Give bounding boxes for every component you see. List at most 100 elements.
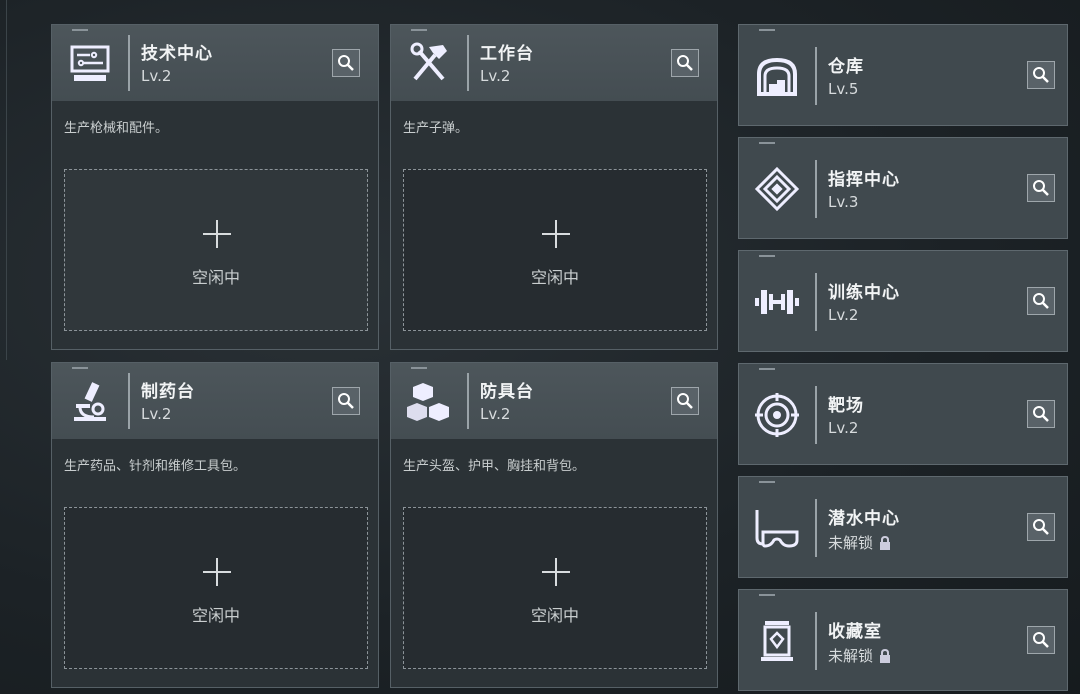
search-icon bbox=[1033, 406, 1049, 422]
building-description: 生产头盔、护甲、胸挂和背包。 bbox=[403, 459, 586, 474]
item-divider bbox=[815, 499, 817, 557]
item-divider bbox=[815, 273, 817, 331]
slot-status: 空闲中 bbox=[191, 268, 240, 287]
plus-icon bbox=[542, 220, 570, 248]
side-card-collection-room[interactable]: 收藏室 未解锁 bbox=[738, 589, 1068, 691]
search-icon bbox=[1033, 519, 1049, 535]
building-level: Lv.2 bbox=[141, 67, 172, 85]
building-card-pharmacy[interactable]: 制药台 Lv.2 生产药品、针剂和维修工具包。 空闲中 bbox=[51, 362, 379, 688]
inspect-button[interactable] bbox=[332, 387, 360, 415]
building-description: 生产枪械和配件。 bbox=[64, 121, 169, 136]
inspect-button[interactable] bbox=[1027, 61, 1055, 89]
boxes-icon bbox=[407, 383, 449, 421]
side-card-warehouse[interactable]: 仓库 Lv.5 bbox=[738, 24, 1068, 126]
inspect-button[interactable] bbox=[332, 49, 360, 77]
item-divider bbox=[815, 160, 817, 218]
inspect-button[interactable] bbox=[1027, 174, 1055, 202]
decor-mark bbox=[759, 142, 775, 144]
lock-icon bbox=[880, 649, 891, 663]
building-name: 防具台 bbox=[480, 382, 534, 402]
side-card-command-center[interactable]: 指挥中心 Lv.3 bbox=[738, 137, 1068, 239]
decor-mark bbox=[759, 368, 775, 370]
inspect-button[interactable] bbox=[1027, 400, 1055, 428]
building-level: Lv.2 bbox=[828, 306, 859, 324]
card-header: 防具台 Lv.2 bbox=[391, 363, 717, 439]
search-icon bbox=[338, 393, 354, 409]
item-divider bbox=[815, 47, 817, 105]
card-header: 制药台 Lv.2 bbox=[52, 363, 378, 439]
side-card-training-center[interactable]: 训练中心 Lv.2 bbox=[738, 250, 1068, 352]
decor-mark bbox=[72, 29, 88, 31]
header-divider bbox=[467, 35, 469, 91]
decor-mark bbox=[411, 367, 427, 369]
search-icon bbox=[1033, 632, 1049, 648]
search-icon bbox=[1033, 180, 1049, 196]
hammer-wrench-icon bbox=[410, 42, 447, 81]
header-divider bbox=[467, 373, 469, 429]
inspect-button[interactable] bbox=[1027, 626, 1055, 654]
card-header: 工作台 Lv.2 bbox=[391, 25, 717, 101]
production-slot[interactable]: 空闲中 bbox=[403, 169, 707, 331]
display-case-icon bbox=[761, 621, 793, 661]
search-icon bbox=[1033, 67, 1049, 83]
diving-mask-icon bbox=[755, 510, 799, 548]
building-name: 训练中心 bbox=[828, 283, 900, 303]
left-edge-divider bbox=[6, 0, 7, 360]
building-card-workbench[interactable]: 工作台 Lv.2 生产子弹。 空闲中 bbox=[390, 24, 718, 350]
dumbbell-icon bbox=[755, 290, 799, 314]
production-slot[interactable]: 空闲中 bbox=[64, 169, 368, 331]
slot-status: 空闲中 bbox=[191, 606, 240, 625]
building-name: 指挥中心 bbox=[828, 170, 900, 190]
plus-icon bbox=[542, 558, 570, 586]
plus-icon bbox=[203, 558, 231, 586]
building-card-tech-center[interactable]: 技术中心 Lv.2 生产枪械和配件。 空闲中 bbox=[51, 24, 379, 350]
building-name: 工作台 bbox=[480, 44, 534, 64]
header-divider bbox=[128, 35, 130, 91]
side-card-diving-center[interactable]: 潜水中心 未解锁 bbox=[738, 476, 1068, 578]
decor-mark bbox=[759, 481, 775, 483]
building-description: 生产药品、针剂和维修工具包。 bbox=[64, 459, 247, 474]
search-icon bbox=[677, 393, 693, 409]
search-icon bbox=[677, 55, 693, 71]
command-emblem-icon bbox=[754, 166, 800, 212]
inspect-button[interactable] bbox=[1027, 287, 1055, 315]
card-header: 技术中心 Lv.2 bbox=[52, 25, 378, 101]
locked-status: 未解锁 bbox=[828, 532, 891, 553]
building-level: Lv.2 bbox=[141, 405, 172, 423]
building-level: Lv.2 bbox=[480, 405, 511, 423]
decor-mark bbox=[72, 367, 88, 369]
building-card-armor-bench[interactable]: 防具台 Lv.2 生产头盔、护甲、胸挂和背包。 空闲中 bbox=[390, 362, 718, 688]
production-slot[interactable]: 空闲中 bbox=[403, 507, 707, 669]
building-name: 仓库 bbox=[828, 57, 864, 77]
side-card-shooting-range[interactable]: 靶场 Lv.2 bbox=[738, 363, 1068, 465]
computer-icon bbox=[70, 45, 110, 81]
plus-icon bbox=[203, 220, 231, 248]
decor-mark bbox=[759, 29, 775, 31]
decor-mark bbox=[411, 29, 427, 31]
decor-mark bbox=[759, 594, 775, 596]
building-name: 技术中心 bbox=[141, 44, 213, 64]
search-icon bbox=[1033, 293, 1049, 309]
lock-icon bbox=[880, 536, 891, 550]
inspect-button[interactable] bbox=[671, 49, 699, 77]
building-level: Lv.3 bbox=[828, 193, 859, 211]
locked-status: 未解锁 bbox=[828, 645, 891, 666]
building-description: 生产子弹。 bbox=[403, 121, 469, 136]
building-name: 收藏室 bbox=[828, 622, 882, 642]
target-icon bbox=[755, 393, 799, 437]
building-level: Lv.2 bbox=[480, 67, 511, 85]
item-divider bbox=[815, 386, 817, 444]
slot-status: 空闲中 bbox=[530, 606, 579, 625]
warehouse-icon bbox=[757, 57, 797, 96]
building-name: 制药台 bbox=[141, 382, 195, 402]
inspect-button[interactable] bbox=[1027, 513, 1055, 541]
building-level: Lv.2 bbox=[828, 419, 859, 437]
search-icon bbox=[338, 55, 354, 71]
slot-status: 空闲中 bbox=[530, 268, 579, 287]
header-divider bbox=[128, 373, 130, 429]
microscope-icon bbox=[74, 382, 106, 421]
inspect-button[interactable] bbox=[671, 387, 699, 415]
locked-label: 未解锁 bbox=[828, 534, 874, 552]
production-slot[interactable]: 空闲中 bbox=[64, 507, 368, 669]
locked-label: 未解锁 bbox=[828, 647, 874, 665]
